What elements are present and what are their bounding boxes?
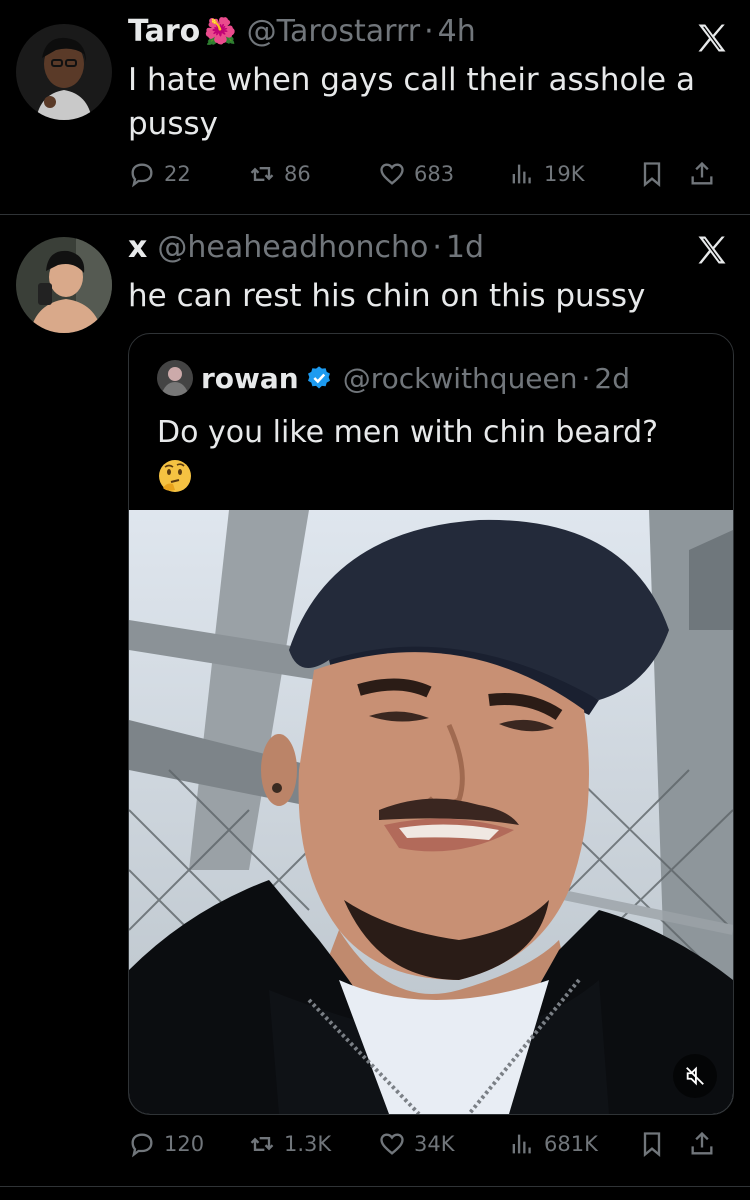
retweet-button[interactable]: 1.3K	[248, 1130, 378, 1158]
views-button[interactable]: 681K	[508, 1130, 638, 1158]
separator-dot: ·	[581, 361, 591, 395]
bookmark-icon	[643, 1132, 661, 1157]
avatar[interactable]	[16, 237, 112, 333]
like-button[interactable]: 34K	[378, 1130, 508, 1158]
video-frame	[129, 510, 733, 1114]
quote-text: Do you like men with chin beard?	[157, 415, 659, 450]
quote-avatar[interactable]	[157, 360, 193, 396]
view-count: 681K	[544, 1132, 598, 1156]
mute-icon	[686, 1066, 704, 1086]
tweet-text: he can rest his chin on this pussy	[128, 278, 646, 314]
reply-count: 120	[164, 1132, 205, 1156]
share-button[interactable]	[688, 1130, 728, 1158]
quoted-tweet[interactable]: rowan @rockwithqueen · 2d Do you like me…	[128, 333, 734, 1115]
bookmark-button[interactable]	[638, 1130, 688, 1158]
thinking-face-icon	[159, 460, 191, 492]
quote-display-name[interactable]: rowan	[201, 362, 299, 395]
heart-icon	[380, 1133, 404, 1155]
handle[interactable]: @heaheadhoncho	[157, 230, 428, 265]
reply-button[interactable]: 120	[128, 1130, 248, 1158]
verified-badge-icon	[307, 366, 330, 389]
timestamp[interactable]: 1d	[446, 230, 484, 265]
video-media[interactable]	[129, 510, 733, 1114]
retweet-count: 1.3K	[284, 1132, 332, 1156]
quote-header: rowan @rockwithqueen · 2d	[157, 360, 630, 396]
x-logo-icon	[698, 236, 726, 264]
views-icon	[512, 1134, 531, 1154]
like-count: 34K	[414, 1132, 455, 1156]
mute-button[interactable]	[673, 1054, 717, 1098]
separator-dot: ·	[432, 230, 442, 265]
tweet-header: x @heaheadhoncho · 1d	[128, 230, 484, 265]
divider	[0, 1186, 750, 1187]
action-bar: 120 1.3K 34K 681K	[128, 1124, 730, 1164]
tweet-2[interactable]: x @heaheadhoncho · 1d he can rest his ch…	[0, 0, 750, 1186]
quote-handle[interactable]: @rockwithqueen	[343, 362, 578, 395]
share-icon	[691, 1131, 713, 1155]
reply-icon	[131, 1133, 153, 1158]
retweet-icon	[250, 1137, 274, 1151]
display-name[interactable]: x	[128, 230, 147, 265]
quote-timestamp[interactable]: 2d	[594, 362, 630, 395]
